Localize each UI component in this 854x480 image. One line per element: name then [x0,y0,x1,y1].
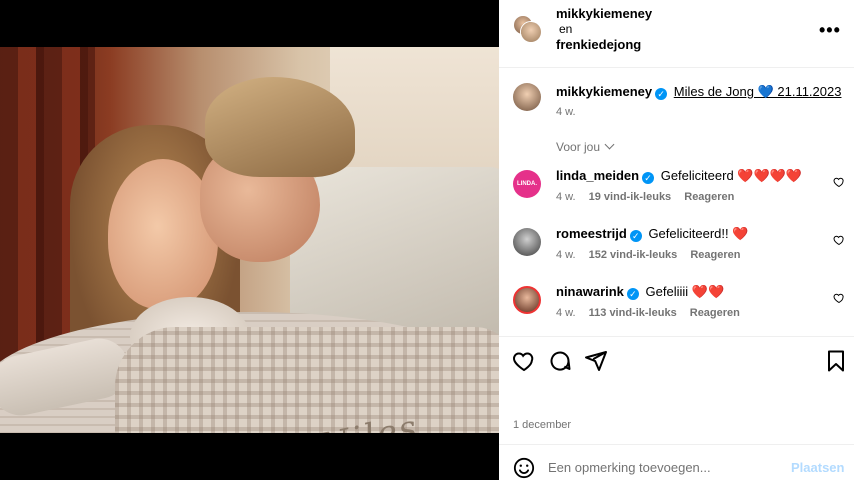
comment-sort-dropdown[interactable]: Voor jou [556,139,615,154]
heart-icon[interactable] [833,176,845,188]
comment-likes[interactable]: 152 vind-ik-leuks [589,249,678,261]
post-caption: mikkykiemeney ✓ Miles de Jong 💙 21.11.202… [556,84,846,100]
coauthor-conjunction: en [559,22,573,36]
comment-item: romeestrijd ✓ Gefeliciteerd!! ❤️ 4 w. 152… [499,224,854,280]
post-header: mikkykiemeney en frenkiedejong ••• [499,0,854,68]
reply-button[interactable]: Reageren [690,307,740,319]
comment-username[interactable]: romeestrijd [556,226,627,241]
post-details-panel: mikkykiemeney en frenkiedejong ••• mikky… [499,0,854,480]
post-photo[interactable]: Niles [0,47,499,433]
avatar[interactable] [513,286,541,314]
comment-bubble-icon[interactable] [548,349,572,373]
avatar[interactable] [520,21,542,43]
sort-label: Voor jou [556,140,601,154]
coauthor-username[interactable]: frenkiedejong [556,37,641,52]
like-heart-icon[interactable] [512,349,536,373]
comment-meta: 4 w. 19 vind-ik-leuks Reageren [556,191,744,203]
verified-badge-icon: ✓ [642,172,655,184]
reply-button[interactable]: Reageren [690,249,740,261]
caption-text[interactable]: Miles de Jong 💙 21.11.2023 [674,84,842,99]
comment-item: ninawarink ✓ Gefeliiii ❤️❤️ 4 w. 113 vind… [499,282,854,338]
comment-text: romeestrijd ✓ Gefeliciteerd!! ❤️ [556,226,748,242]
add-comment-bar: Plaatsen [499,444,854,480]
post-actions [499,336,854,384]
avatar[interactable]: LINDA. [513,170,541,198]
reply-button[interactable]: Reageren [684,191,734,203]
chevron-down-icon [604,139,615,150]
share-send-icon[interactable] [584,349,608,373]
avatar[interactable] [513,228,541,256]
save-bookmark-icon[interactable] [824,349,848,373]
comment-likes[interactable]: 113 vind-ik-leuks [589,307,677,319]
avatar[interactable] [513,83,541,111]
comment-meta: 4 w. 113 vind-ik-leuks Reageren [556,307,750,319]
caption-username[interactable]: mikkykiemeney [556,84,652,99]
author-username[interactable]: mikkykiemeney [556,6,652,21]
avatar-logo-text: LINDA. [517,181,537,187]
comment-text: ninawarink ✓ Gefeliiii ❤️❤️ [556,284,724,300]
verified-badge-icon: ✓ [626,288,639,300]
emoji-icon[interactable] [513,457,535,479]
comment-item: LINDA. linda_meiden ✓ Gefeliciteerd ❤️❤️❤… [499,166,854,222]
verified-badge-icon: ✓ [655,88,668,100]
comment-time[interactable]: 4 w. [556,249,576,261]
comment-input[interactable] [548,455,778,479]
comment-text: linda_meiden ✓ Gefeliciteerd ❤️❤️❤️❤️ [556,168,802,184]
comment-username[interactable]: linda_meiden [556,168,639,183]
heart-icon[interactable] [833,234,845,246]
heart-icon[interactable] [833,292,845,304]
comment-body: Gefeliciteerd ❤️❤️❤️❤️ [660,168,803,183]
post-date[interactable]: 1 december [513,419,571,431]
verified-badge-icon: ✓ [629,230,642,242]
more-options-icon[interactable]: ••• [819,20,841,41]
comment-likes[interactable]: 19 vind-ik-leuks [589,191,672,203]
comment-body: Gefeliiii ❤️❤️ [645,284,725,299]
comment-meta: 4 w. 152 vind-ik-leuks Reageren [556,249,751,261]
comment-body: Gefeliciteerd!! ❤️ [648,226,749,241]
caption-timestamp[interactable]: 4 w. [556,106,576,118]
post-media: Niles [0,0,499,480]
comment-time[interactable]: 4 w. [556,191,576,203]
blanket [115,327,499,433]
post-comment-button[interactable]: Plaatsen [791,460,844,475]
comment-username[interactable]: ninawarink [556,284,624,299]
comment-time[interactable]: 4 w. [556,307,576,319]
